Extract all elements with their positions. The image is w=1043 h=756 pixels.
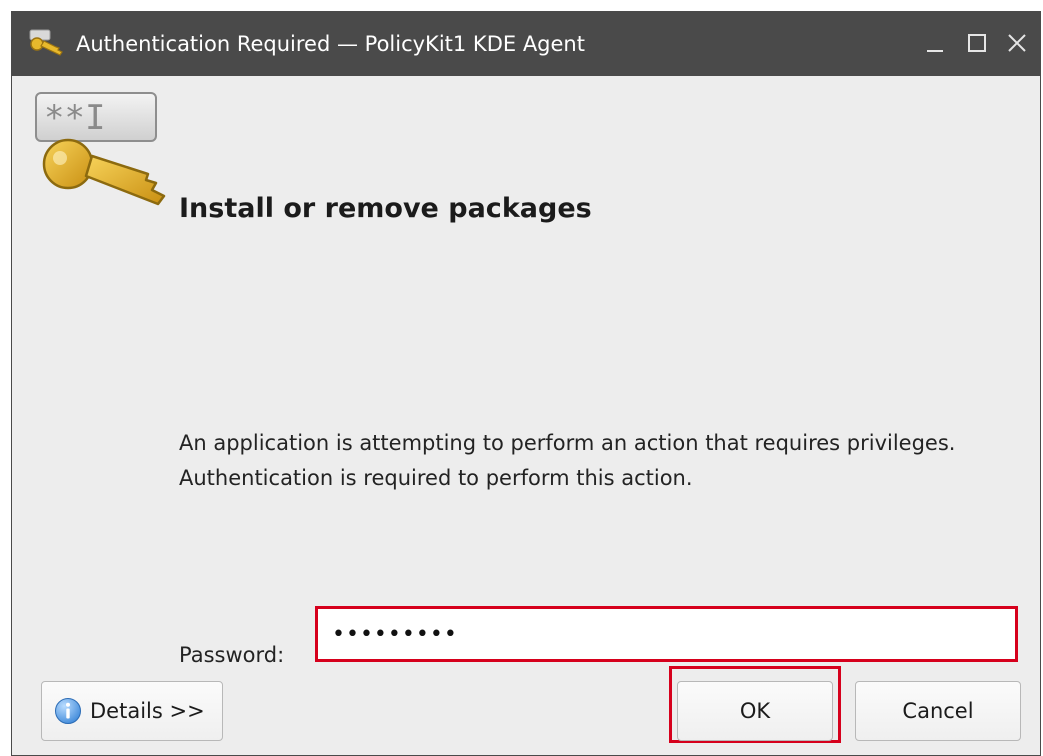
maximize-icon bbox=[968, 34, 986, 52]
password-field[interactable] bbox=[315, 606, 1018, 662]
maximize-button[interactable] bbox=[960, 26, 994, 60]
info-icon bbox=[55, 698, 81, 724]
dialog-heading: Install or remove packages bbox=[179, 193, 592, 224]
close-icon bbox=[1008, 34, 1026, 52]
auth-dialog-window: Authentication Required — PolicyKit1 KDE… bbox=[11, 11, 1041, 756]
minimize-icon bbox=[927, 50, 943, 52]
app-key-icon bbox=[29, 29, 63, 56]
details-button[interactable]: Details >> bbox=[41, 681, 223, 741]
password-label: Password: bbox=[179, 643, 285, 667]
ok-button-label: OK bbox=[739, 699, 771, 723]
cancel-button[interactable]: Cancel bbox=[855, 681, 1021, 741]
details-button-label: Details >> bbox=[90, 699, 205, 723]
window-title: Authentication Required — PolicyKit1 KDE… bbox=[76, 32, 585, 56]
minimize-button[interactable] bbox=[918, 26, 952, 60]
cancel-button-label: Cancel bbox=[902, 699, 974, 723]
password-mask-glyphs: **I bbox=[44, 98, 105, 138]
password-key-icon: **I bbox=[35, 92, 166, 206]
dialog-message: An application is attempting to perform … bbox=[179, 431, 956, 490]
ok-button[interactable]: OK bbox=[677, 681, 833, 741]
dialog-content: **I Install or remove packages An applic… bbox=[12, 76, 1040, 756]
close-button[interactable] bbox=[1000, 26, 1034, 60]
title-bar[interactable]: Authentication Required — PolicyKit1 KDE… bbox=[12, 12, 1040, 76]
